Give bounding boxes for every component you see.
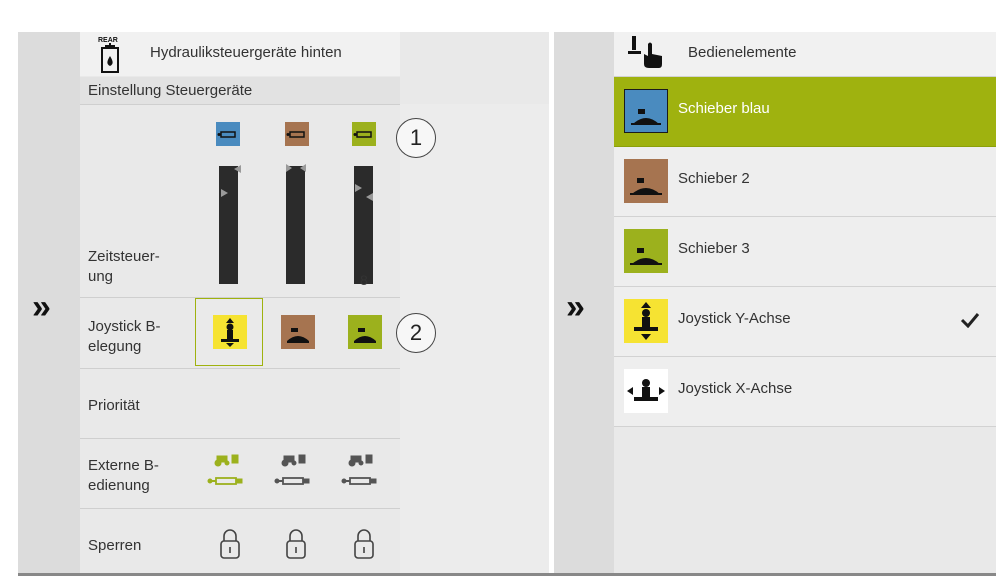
joystick-x-icon bbox=[624, 369, 668, 413]
list-item-label: Schieber 3 bbox=[678, 240, 750, 257]
joystick-assign-3-slider-green-icon[interactable] bbox=[348, 315, 382, 349]
external-control-2-icon[interactable] bbox=[274, 452, 318, 488]
slider-brown-icon bbox=[624, 159, 668, 203]
joystick-y-icon bbox=[624, 299, 668, 343]
zeitsteuerung-label: Zeitsteuer- ung bbox=[88, 248, 160, 285]
lock-1-icon[interactable] bbox=[219, 528, 241, 559]
lock-3-icon[interactable] bbox=[353, 528, 375, 559]
timer-bar-2[interactable] bbox=[286, 166, 305, 284]
list-item-label: Joystick Y-Achse bbox=[678, 310, 791, 327]
valve-3-cylinder-icon[interactable] bbox=[352, 122, 376, 146]
timer-bar-1[interactable] bbox=[219, 166, 238, 284]
timer-bar-1-start-marker bbox=[220, 185, 230, 203]
checkmark-icon bbox=[960, 312, 980, 333]
joystick-assign-2-slider-brown-icon[interactable] bbox=[281, 315, 315, 349]
list-item-joystick-y[interactable]: Joystick Y-Achse bbox=[614, 287, 996, 357]
lock-2-icon[interactable] bbox=[285, 528, 307, 559]
expand-left-icon[interactable]: » bbox=[32, 290, 51, 324]
timer-bar-1-marker bbox=[233, 161, 243, 179]
list-item-schieber-2[interactable]: Schieber 2 bbox=[614, 147, 996, 217]
timer-bar-3-marker bbox=[354, 183, 376, 208]
external-control-3-icon[interactable] bbox=[341, 452, 385, 488]
list-item-schieber-blau[interactable]: Schieber blau bbox=[614, 77, 996, 147]
expand-right-icon[interactable]: » bbox=[566, 290, 585, 324]
list-item-label: Schieber blau bbox=[678, 100, 770, 117]
callout-1: 1 bbox=[396, 118, 436, 158]
list-item-label: Schieber 2 bbox=[678, 170, 750, 187]
panel-divider bbox=[549, 32, 554, 573]
bottom-edge bbox=[18, 573, 996, 576]
joystick-belegung-label: Joystick B- elegung bbox=[88, 318, 161, 355]
list-item-label: Joystick X-Achse bbox=[678, 380, 793, 397]
right-header bbox=[614, 32, 996, 77]
subtitle: Einstellung Steuergeräte bbox=[88, 82, 253, 99]
joystick-y-icon[interactable] bbox=[213, 315, 247, 349]
valve-1-cylinder-icon[interactable] bbox=[216, 122, 240, 146]
list-item-joystick-x[interactable]: Joystick X-Achse bbox=[614, 357, 996, 427]
prioritaet-label: Priorität bbox=[88, 397, 140, 414]
sperren-label: Sperren bbox=[88, 537, 142, 554]
rear-hydraulic-icon: REAR bbox=[96, 34, 126, 76]
callout-2: 2 bbox=[396, 313, 436, 353]
external-control-1-icon[interactable] bbox=[207, 452, 251, 488]
externe-bedienung-label: Externe B- edienung bbox=[88, 457, 159, 494]
timer-bar-2-marker bbox=[285, 160, 307, 178]
timer-value-3: 8 bbox=[360, 272, 368, 288]
rear-badge: REAR bbox=[98, 37, 118, 44]
slider-green-icon bbox=[624, 229, 668, 273]
page-title: Hydrauliksteuergeräte hinten bbox=[150, 44, 342, 61]
right-panel-title: Bedienelemente bbox=[688, 44, 797, 61]
valve-2-cylinder-icon[interactable] bbox=[285, 122, 309, 146]
slider-blue-icon bbox=[624, 89, 668, 133]
control-elements-icon bbox=[626, 34, 666, 70]
list-item-schieber-3[interactable]: Schieber 3 bbox=[614, 217, 996, 287]
